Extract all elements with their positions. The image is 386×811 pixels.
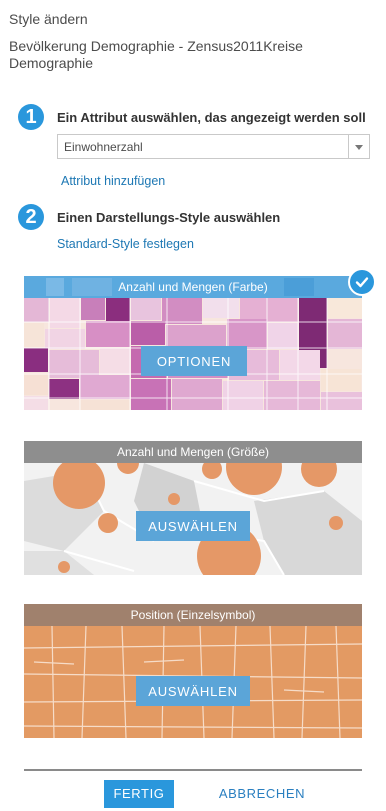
cancel-button[interactable]: ABBRECHEN (212, 780, 312, 808)
footer-divider (24, 769, 362, 771)
style-card-color[interactable]: Anzahl und Mengen (Farbe) OPTIONEN (24, 276, 362, 410)
default-style-link[interactable]: Standard-Style festlegen (57, 237, 194, 251)
add-attribute-link[interactable]: Attribut hinzufügen (61, 174, 165, 188)
style-card-single-symbol[interactable]: Position (Einzelsymbol) AUSWÄHLEN (24, 604, 362, 738)
step-1-label: Ein Attribut auswählen, das angezeigt we… (57, 110, 366, 125)
style-card-single-symbol-title: Position (Einzelsymbol) (130, 608, 256, 622)
attribute-select-value: Einwohnerzahl (64, 140, 143, 154)
select-size-style-button[interactable]: AUSWÄHLEN (136, 511, 250, 541)
done-button[interactable]: FERTIG (104, 780, 174, 808)
step-2-badge: 2 (18, 204, 44, 230)
style-card-size-title: Anzahl und Mengen (Größe) (116, 445, 270, 459)
change-style-panel: Style ändern Bevölkerung Demographie - Z… (0, 0, 386, 811)
attribute-select[interactable]: Einwohnerzahl (57, 134, 370, 159)
step-2-label: Einen Darstellungs-Style auswählen (57, 210, 281, 225)
select-single-symbol-button[interactable]: AUSWÄHLEN (136, 676, 250, 706)
style-card-color-title: Anzahl und Mengen (Farbe) (118, 280, 268, 294)
layer-name: Bevölkerung Demographie - Zensus2011Krei… (9, 38, 303, 71)
panel-title: Style ändern (9, 11, 88, 27)
step-1-badge: 1 (18, 104, 44, 130)
chevron-down-icon[interactable] (348, 135, 369, 158)
options-button[interactable]: OPTIONEN (141, 346, 247, 376)
style-card-size[interactable]: Anzahl und Mengen (Größe) AUSWÄHLEN (24, 441, 362, 575)
check-icon (348, 268, 376, 296)
